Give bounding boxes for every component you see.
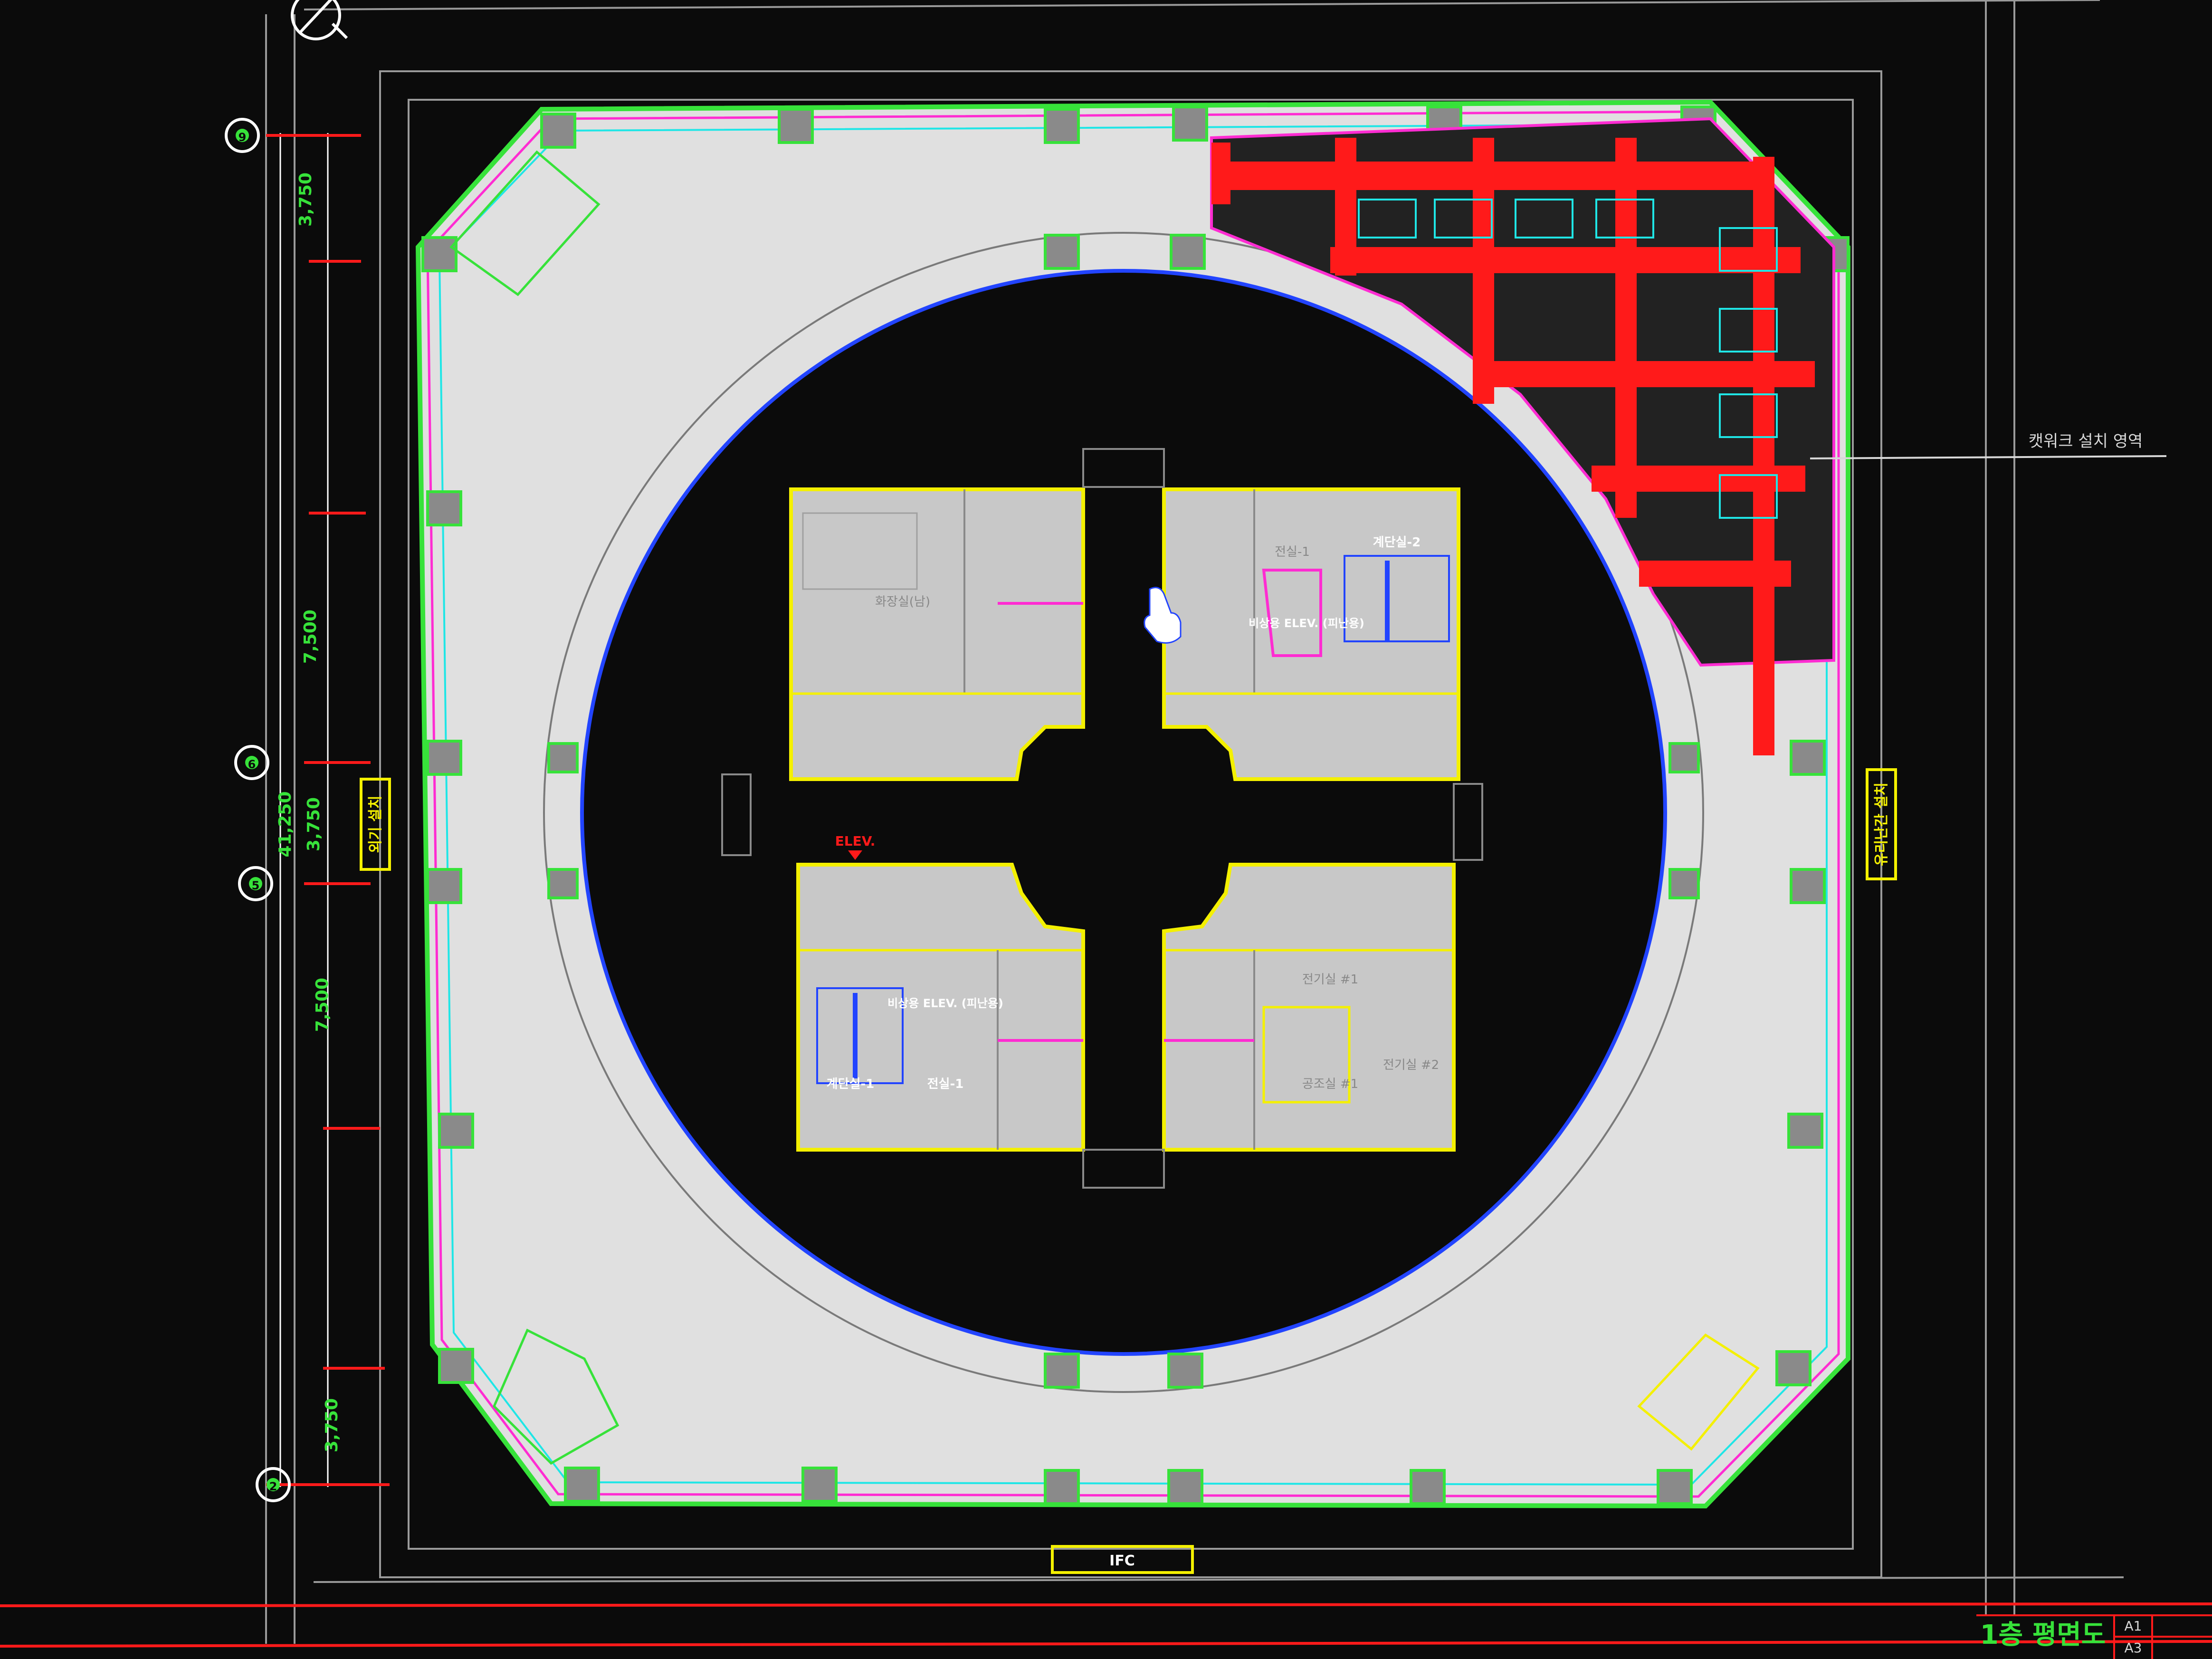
room-label-se-a: 전기실 #1 — [1302, 973, 1358, 987]
room-label-ne-lift: 비상용 ELEV. (피난용) — [1249, 617, 1364, 630]
room-label-ne-stair: 계단실-2 — [1373, 535, 1421, 550]
annotation-label: 캣워크 설치 영역 — [2029, 432, 2143, 451]
room-label-se-b: 전기실 #2 — [1383, 1058, 1439, 1072]
svg-text:2: 2 — [269, 1480, 277, 1493]
room-label-sw-room: 전실-1 — [927, 1077, 964, 1091]
sheet-border-red — [0, 1602, 2212, 1607]
elev-marker-label: ELEV. — [835, 833, 876, 849]
title-block-row2: A3 — [2125, 1640, 2142, 1656]
dim-center-label: 3,750 — [304, 797, 324, 851]
title-block-row1: A1 — [2125, 1618, 2142, 1634]
central-atrium-void — [580, 269, 1667, 1356]
dim-mid1-label: 7,500 — [301, 610, 320, 664]
svg-text:유리난간 설치: 유리난간 설치 — [1873, 782, 1890, 866]
dim-top-label: 3,750 — [296, 172, 315, 227]
dim-bottom-label: 3,750 — [322, 1398, 342, 1452]
cad-drawing-canvas[interactable]: 3,750 7,500 41,250 3,750 7,500 3,750 9 6… — [0, 0, 2212, 1659]
room-label-nw: 화장실(남) — [875, 595, 930, 609]
room-label-sw-lift: 비상용 ELEV. (피난용) — [887, 997, 1003, 1010]
dim-total-label: 41,250 — [276, 791, 295, 858]
dim-mid2-label: 7,500 — [313, 978, 332, 1032]
room-label-se-c: 공조실 #1 — [1302, 1077, 1358, 1091]
svg-text:5: 5 — [252, 879, 260, 892]
svg-text:외기 설치: 외기 설치 — [367, 796, 384, 853]
svg-text:9: 9 — [238, 131, 247, 144]
drawing-title: 1층 평면도 — [1980, 1620, 2106, 1650]
svg-text:IFC: IFC — [1109, 1553, 1135, 1569]
svg-text:6: 6 — [248, 758, 256, 771]
room-label-ne: 전실-1 — [1275, 545, 1310, 559]
room-label-sw-stair: 계단실-1 — [827, 1077, 875, 1091]
